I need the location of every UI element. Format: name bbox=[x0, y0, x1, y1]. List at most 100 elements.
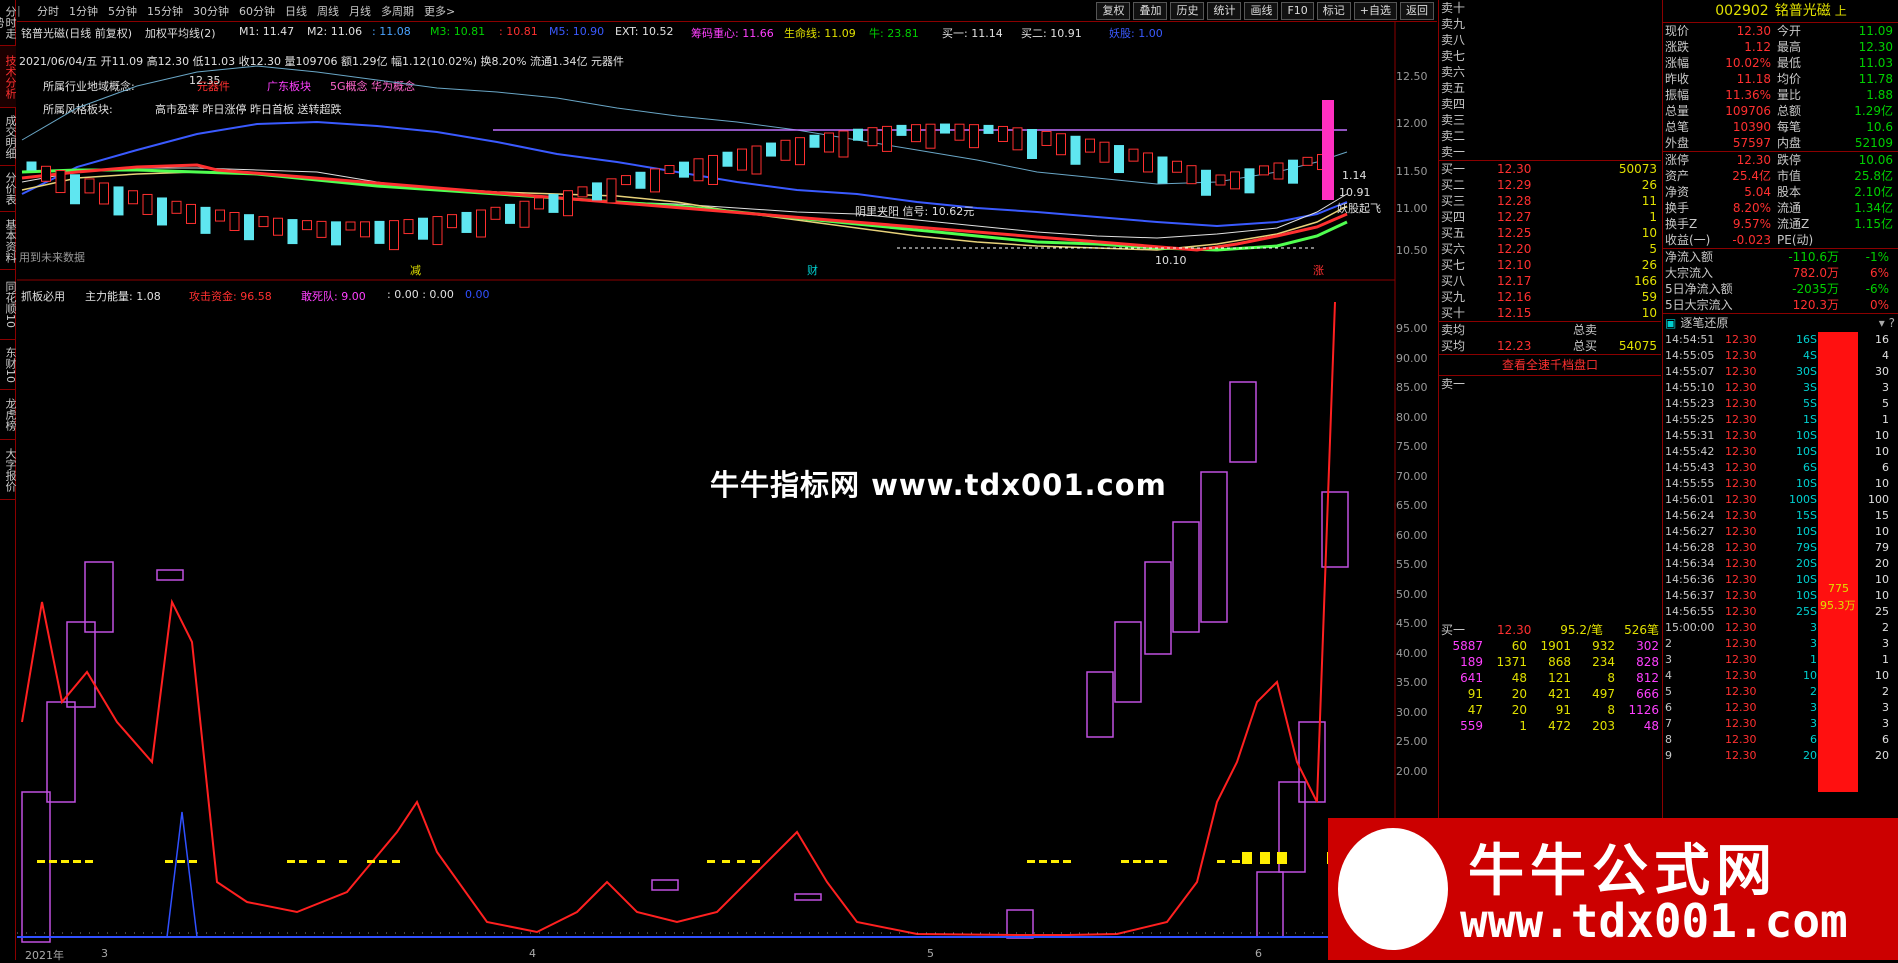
stat-row: 涨跌 1.12 最高 12.30 bbox=[1663, 39, 1898, 55]
f10-button[interactable]: F10 bbox=[1281, 1, 1314, 20]
buy-row[interactable]: 买八 12.17 166 bbox=[1439, 273, 1661, 289]
queue-cell: 666 bbox=[1636, 687, 1659, 701]
tick-row: 2 12.30 3 3 bbox=[1663, 636, 1898, 652]
stat-label: 总量 bbox=[1665, 104, 1690, 118]
quote-panel: 002902 铭普光磁 上 现价 12.30 今开 11.09 涨跌 1.12 … bbox=[1662, 0, 1898, 960]
tick-price: 12.30 bbox=[1725, 349, 1757, 362]
filter-icon[interactable]: ▾ ? bbox=[1879, 314, 1895, 332]
queue-cell: 932 bbox=[1592, 639, 1615, 653]
period-60min[interactable]: 60分钟 bbox=[239, 3, 275, 19]
sell-row[interactable]: 卖五 bbox=[1439, 80, 1661, 96]
lower-axis-tick: 95.00 bbox=[1396, 322, 1428, 335]
stat-label: 收益(一) bbox=[1665, 233, 1711, 247]
buy-row[interactable]: 买七 12.10 26 bbox=[1439, 257, 1661, 273]
buy-price: 12.28 bbox=[1497, 194, 1532, 208]
buy-row[interactable]: 买九 12.16 59 bbox=[1439, 289, 1661, 305]
add-watchlist-button[interactable]: +自选 bbox=[1353, 1, 1397, 20]
sell-row[interactable]: 卖六 bbox=[1439, 64, 1661, 80]
sell-row[interactable]: 卖九 bbox=[1439, 16, 1661, 32]
sell-row[interactable]: 卖四 bbox=[1439, 96, 1661, 112]
period-monthly[interactable]: 月线 bbox=[349, 3, 371, 19]
buy-label: 买七 bbox=[1441, 258, 1466, 272]
buy-row[interactable]: 买三 12.28 11 bbox=[1439, 193, 1661, 209]
tab-intraday[interactable]: 分时走势 bbox=[0, 0, 17, 46]
back-button[interactable]: 返回 bbox=[1400, 1, 1434, 20]
tick-row: 14:54:51 12.30 16S 16 bbox=[1663, 332, 1898, 348]
candle bbox=[1259, 165, 1269, 176]
sell1-row: 卖一 bbox=[1439, 376, 1661, 392]
buy-row[interactable]: 买五 12.25 10 bbox=[1439, 225, 1661, 241]
period-multi[interactable]: 多周期 bbox=[381, 3, 414, 19]
overlay-button[interactable]: 叠加 bbox=[1133, 1, 1168, 20]
ticks-title: 逐笔还原 bbox=[1680, 316, 1729, 330]
tab-dc10[interactable]: 东财10 bbox=[0, 340, 17, 390]
signal-dash bbox=[1133, 860, 1141, 863]
tab-dragon-tiger[interactable]: 龙虎榜 bbox=[0, 390, 17, 440]
tab-big-quote[interactable]: 大字报价 bbox=[0, 440, 17, 500]
candle bbox=[186, 203, 196, 224]
buy-row[interactable]: 买四 12.27 1 bbox=[1439, 209, 1661, 225]
fuquan-button[interactable]: 复权 bbox=[1096, 1, 1131, 20]
stat-value: 9.57% bbox=[1732, 217, 1771, 231]
draw-button[interactable]: 画线 bbox=[1244, 1, 1279, 20]
tab-basic-info[interactable]: 基本资料 bbox=[0, 212, 17, 270]
full-depth-link[interactable]: 查看全速千档盘口 bbox=[1439, 355, 1661, 375]
queue-cell: 8 bbox=[1607, 703, 1615, 717]
candle bbox=[229, 211, 240, 231]
candle bbox=[1056, 133, 1066, 156]
tick-time: 14:54:51 bbox=[1665, 333, 1715, 346]
sell-row[interactable]: 卖七 bbox=[1439, 48, 1661, 64]
flow-pct: 0% bbox=[1869, 298, 1889, 312]
period-1min[interactable]: 1分钟 bbox=[69, 3, 98, 19]
buy-row[interactable]: 买二 12.29 26 bbox=[1439, 177, 1661, 193]
period-30min[interactable]: 30分钟 bbox=[193, 3, 229, 19]
period-fenshi[interactable]: 分时 bbox=[37, 3, 59, 19]
tab-ths10[interactable]: 同花顺10 bbox=[0, 270, 17, 340]
tab-price-table[interactable]: 分价表 bbox=[0, 166, 17, 212]
candle bbox=[1128, 148, 1139, 162]
tick-volume: 2 bbox=[1810, 685, 1817, 698]
stats-button[interactable]: 统计 bbox=[1207, 1, 1242, 20]
x-axis-label: 3 bbox=[101, 947, 108, 960]
stat-label: 股本 bbox=[1777, 185, 1802, 199]
tick-volume: 100S bbox=[1789, 493, 1817, 506]
upper-axis-tick: 12.00 bbox=[1396, 117, 1428, 130]
candle bbox=[679, 161, 689, 178]
buy-volume: 26 bbox=[1641, 178, 1657, 192]
lower-axis-tick: 90.00 bbox=[1396, 351, 1428, 365]
sell-row[interactable]: 卖八 bbox=[1439, 32, 1661, 48]
sell-row[interactable]: 卖十 bbox=[1439, 0, 1661, 16]
ticks-wrapper: 14:54:51 12.30 16S 16 14:55:05 12.30 4S … bbox=[1663, 332, 1898, 792]
buy-price: 12.27 bbox=[1497, 210, 1532, 224]
signal-dash bbox=[1027, 860, 1035, 863]
period-more[interactable]: 更多> bbox=[424, 3, 455, 19]
period-daily[interactable]: 日线 bbox=[285, 3, 307, 19]
tab-technical-analysis[interactable]: 技术分析 bbox=[0, 46, 17, 108]
candle bbox=[722, 151, 733, 167]
period-15min[interactable]: 15分钟 bbox=[147, 3, 183, 19]
sell-row[interactable]: 卖三 bbox=[1439, 112, 1661, 128]
history-button[interactable]: 历史 bbox=[1170, 1, 1205, 20]
sell-label: 卖六 bbox=[1441, 65, 1466, 79]
dare-value: 敢死队: 9.00 bbox=[301, 290, 366, 303]
mark-button[interactable]: 标记 bbox=[1316, 1, 1351, 20]
stat-value: 11.03 bbox=[1858, 56, 1893, 70]
sell-row[interactable]: 卖二 bbox=[1439, 128, 1661, 144]
buy-volume: 1 bbox=[1649, 210, 1657, 224]
buy-row[interactable]: 买六 12.20 5 bbox=[1439, 241, 1661, 257]
stat-label: 振幅 bbox=[1665, 88, 1690, 102]
period-weekly[interactable]: 周线 bbox=[317, 3, 339, 19]
tick-volume: 5S bbox=[1803, 397, 1817, 410]
stat-row: 总量 109706 总额 1.29亿 bbox=[1663, 103, 1898, 119]
sub-v1: : 0.00 : 0.00 bbox=[387, 288, 454, 301]
stat-value: 12.30 bbox=[1858, 40, 1893, 54]
tab-trade-details[interactable]: 成交明细 bbox=[0, 108, 17, 166]
stat-row: 资产 25.4亿 市值 25.8亿 bbox=[1663, 168, 1898, 184]
buy-row[interactable]: 买一 12.30 50073 bbox=[1439, 161, 1661, 177]
period-5min[interactable]: 5分钟 bbox=[108, 3, 137, 19]
stat-value: 11.18 bbox=[1736, 72, 1771, 86]
flow-label: 大宗流入 bbox=[1665, 266, 1714, 280]
sell-row[interactable]: 卖一 bbox=[1439, 144, 1661, 160]
buy-row[interactable]: 买十 12.15 10 bbox=[1439, 305, 1661, 321]
right-panel: 卖十 卖九 卖八 卖七 卖六 卖五 卖四 卖三 卖二 卖一 买一 12.30 50073 买二 1… bbox=[1438, 0, 1898, 960]
